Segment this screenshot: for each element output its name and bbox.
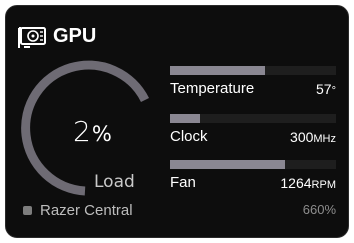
metric-number: 57: [316, 81, 332, 97]
metric-value: 57°: [316, 80, 336, 100]
gpu-card-icon: [18, 26, 46, 48]
load-number: 2: [73, 115, 91, 148]
source-indicator-icon: [23, 205, 32, 215]
metric-unit: °: [331, 85, 336, 97]
metric-value: 1264RPM: [280, 174, 336, 194]
footer-value: 660%: [302, 202, 336, 217]
metric-bar-fill: [170, 160, 285, 169]
metric-temperature: Temperature 57°: [170, 66, 338, 98]
metric-value: 300MHz: [290, 128, 336, 148]
metric-bar-track: [170, 66, 336, 75]
metric-unit: MHz: [313, 133, 336, 145]
metric-bar-track: [170, 114, 336, 123]
metric-number: 300: [290, 129, 314, 145]
metric-label: Fan: [170, 174, 196, 191]
widget-title: GPU: [53, 25, 97, 47]
metric-bar-fill: [170, 114, 200, 123]
source-selector[interactable]: Razer Central: [23, 200, 133, 220]
metric-unit: RPM: [311, 179, 336, 191]
source-label: Razer Central: [40, 201, 133, 219]
load-unit: %: [91, 122, 112, 146]
metric-label: Temperature: [170, 80, 255, 97]
metric-number: 1264: [280, 175, 312, 191]
widget-header: GPU: [18, 22, 96, 50]
load-value: 2 %: [73, 112, 112, 154]
metric-bar-track: [170, 160, 336, 169]
metric-bar-fill: [170, 66, 265, 75]
load-label: Load: [94, 172, 135, 192]
metric-fan: Fan 1264RPM: [170, 160, 338, 192]
metric-clock: Clock 300MHz: [170, 114, 338, 146]
metric-label: Clock: [170, 128, 208, 145]
